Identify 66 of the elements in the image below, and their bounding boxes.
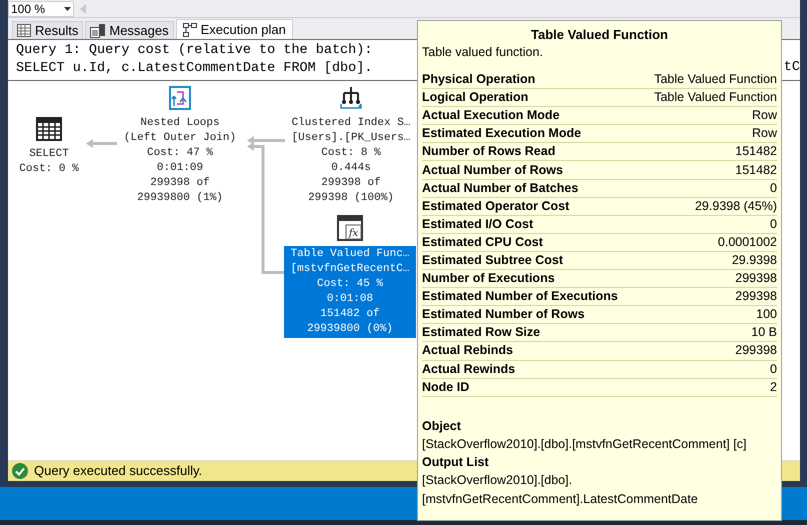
section-heading: Object bbox=[422, 418, 462, 435]
property-name: Number of Rows Read bbox=[422, 143, 556, 160]
status-message: Query executed successfully. bbox=[34, 462, 202, 480]
section-value: [StackOverflow2010].[dbo].[mstvfnGetRecentComment] [c] bbox=[422, 436, 748, 453]
operator-label[interactable]: Table Valued Func… [mstvfnGetRecentC… Cost: 45 % 0:01:08 151482 of 29939800 (0%) bbox=[284, 246, 416, 338]
property-value: Row bbox=[752, 125, 777, 142]
property-value: 151482 bbox=[735, 143, 777, 160]
property-name: Estimated CPU Cost bbox=[422, 234, 543, 251]
property-name: Node ID bbox=[422, 378, 470, 396]
scroll-left-icon[interactable] bbox=[80, 4, 86, 14]
function-window-icon: fx bbox=[337, 215, 363, 241]
property-name: Estimated Number of Rows bbox=[422, 306, 585, 324]
operator-label[interactable]: Clustered Index S… [Users].[PK_Users… Cost: 8 % 0.444s 299398 of 299398 (100%) bbox=[284, 115, 418, 207]
property-name: Actual Number of Batches bbox=[422, 180, 578, 197]
section-value: [StackOverflow2010].[dbo]. [mstvfnGetRecentComment].LatestCommentDate bbox=[422, 472, 699, 508]
zoom-dropdown[interactable]: 100 % bbox=[8, 0, 74, 16]
execution-plan-icon bbox=[182, 22, 197, 36]
query-statement-fragment: tC bbox=[784, 59, 800, 77]
property-name: Estimated Number of Executions bbox=[422, 288, 618, 306]
property-value: 0 bbox=[770, 360, 777, 378]
property-value: 299398 bbox=[735, 288, 777, 306]
property-name: Actual Rewinds bbox=[422, 360, 516, 378]
messages-icon bbox=[90, 24, 106, 38]
property-value: 151482 bbox=[735, 162, 777, 179]
messages-tab[interactable]: Messages bbox=[85, 21, 174, 39]
property-name: Physical Operation bbox=[422, 71, 536, 88]
property-value: Table Valued Function bbox=[654, 71, 777, 88]
caret-icon bbox=[64, 6, 71, 10]
success-check-icon bbox=[12, 463, 28, 479]
index-tree-icon bbox=[338, 86, 364, 110]
property-value: Table Valued Function bbox=[654, 89, 777, 106]
operator-label[interactable]: Nested Loops (Left Outer Join) Cost: 47 % 0:01:09 299398 of 29939800 (1%) bbox=[104, 115, 256, 207]
property-name: Estimated Execution Mode bbox=[422, 125, 582, 142]
property-name: Estimated Row Size bbox=[422, 324, 540, 342]
tooltip-title: Table Valued Function bbox=[530, 27, 669, 43]
nested-loops-icon bbox=[169, 86, 191, 110]
property-name: Estimated I/O Cost bbox=[422, 216, 534, 233]
property-name: Actual Execution Mode bbox=[422, 107, 560, 124]
property-name: Actual Number of Rows bbox=[422, 162, 563, 179]
property-name: Number of Executions bbox=[422, 270, 555, 288]
property-value: 299398 bbox=[735, 270, 777, 288]
property-value: 29.9398 bbox=[732, 252, 777, 269]
zoom-value: 100 % bbox=[11, 0, 46, 18]
property-value: 0 bbox=[770, 216, 777, 233]
property-name: Actual Rebinds bbox=[422, 342, 513, 360]
property-name: Logical Operation bbox=[422, 89, 528, 106]
property-name: Estimated Subtree Cost bbox=[422, 252, 564, 269]
property-value: 0.0001002 bbox=[718, 234, 777, 251]
property-name: Estimated Operator Cost bbox=[422, 198, 570, 215]
query-statement: SELECT u.Id, c.LatestCommentDate FROM [dbo]. bbox=[16, 60, 372, 78]
property-value: 2 bbox=[770, 378, 777, 396]
property-value: 100 bbox=[756, 306, 777, 324]
property-value: 10 B bbox=[751, 324, 777, 342]
query-cost-header: Query 1: Query cost (relative to the batch): bbox=[16, 42, 372, 60]
tooltip-description: Table valued function. bbox=[422, 44, 544, 61]
operator-label[interactable]: SELECT Cost: 0 % bbox=[8, 146, 90, 178]
grid-icon bbox=[17, 24, 31, 37]
execution-plan-tab[interactable]: Execution plan bbox=[176, 19, 293, 39]
property-value: 29.9398 (45%) bbox=[694, 198, 777, 215]
property-value: 0 bbox=[770, 180, 777, 197]
property-value: Row bbox=[752, 107, 777, 124]
connector-arrow bbox=[86, 139, 117, 148]
property-value: 299398 bbox=[735, 342, 777, 360]
table-grid-icon bbox=[36, 117, 62, 141]
section-heading: Output List bbox=[422, 454, 490, 472]
results-tab[interactable]: Results bbox=[12, 21, 84, 39]
